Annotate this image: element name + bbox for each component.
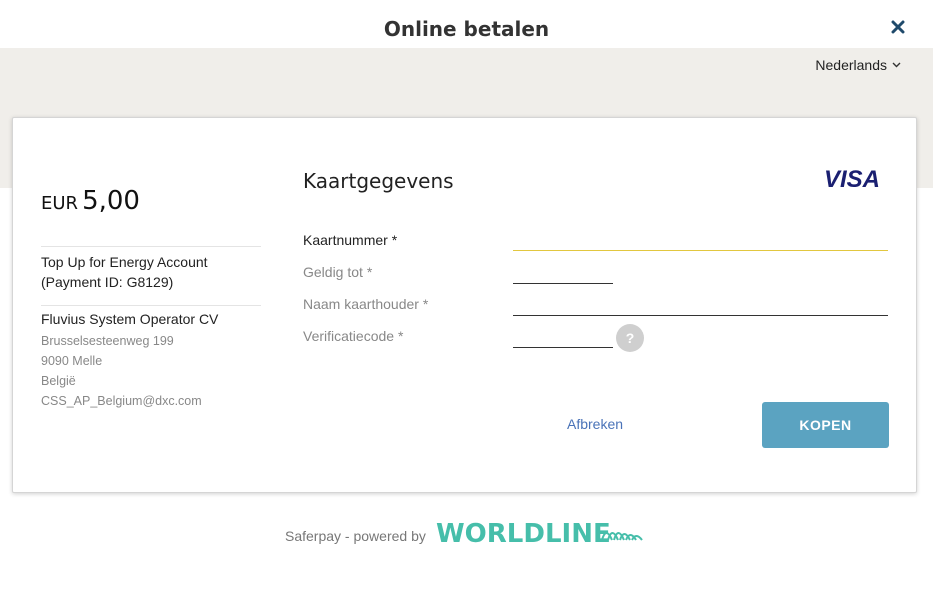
amount-value: 5,00 — [82, 186, 140, 216]
svg-text:WORLDLINE: WORLDLINE — [436, 519, 611, 548]
divider — [41, 246, 261, 247]
powered-by-text: Saferpay - powered by — [285, 528, 426, 544]
expiry-label: Geldig tot * — [303, 264, 373, 280]
expiry-input[interactable] — [513, 264, 613, 284]
cvc-label: Verificatiecode * — [303, 328, 404, 344]
card-number-input[interactable] — [513, 231, 888, 251]
merchant-name: Fluvius System Operator CV — [41, 311, 219, 327]
close-icon[interactable] — [891, 20, 905, 34]
page-title: Online betalen — [383, 17, 550, 41]
merchant-email: CSS_AP_Belgium@dxc.com — [41, 394, 202, 408]
card-number-label: Kaartnummer * — [303, 232, 398, 248]
language-selected: Nederlands — [815, 57, 887, 73]
description-line-1: Top Up for Energy Account — [41, 254, 208, 270]
merchant-address-city: 9090 Melle — [41, 354, 103, 368]
description-line-2: (Payment ID: G8129) — [41, 274, 174, 290]
divider — [41, 305, 261, 306]
language-selector[interactable]: Nederlands — [815, 57, 901, 73]
cancel-link[interactable]: Afbreken — [567, 416, 623, 432]
merchant-address-country: België — [41, 374, 76, 388]
payment-card: EUR 5,00 Top Up for Energy Account (Payme… — [12, 117, 917, 493]
visa-logo: VISA — [824, 166, 880, 193]
cvc-input[interactable] — [513, 328, 613, 348]
worldline-logo: WORLDLINE — [436, 519, 643, 548]
merchant-address-street: Brusselsesteenweg 199 — [41, 334, 174, 348]
cardholder-input[interactable] — [513, 296, 888, 316]
currency: EUR — [41, 193, 79, 214]
cardholder-label: Naam kaarthouder * — [303, 296, 429, 312]
form-title: Kaartgegevens — [303, 169, 454, 193]
svg-text:VISA: VISA — [824, 166, 880, 193]
payment-description: Top Up for Energy Account (Payment ID: G… — [41, 252, 208, 292]
payment-amount: EUR 5,00 — [41, 186, 140, 216]
chevron-down-icon — [892, 62, 901, 68]
header-bar: Online betalen — [0, 0, 933, 48]
buy-button[interactable]: KOPEN — [762, 402, 889, 448]
cvc-help-icon[interactable]: ? — [616, 324, 644, 352]
